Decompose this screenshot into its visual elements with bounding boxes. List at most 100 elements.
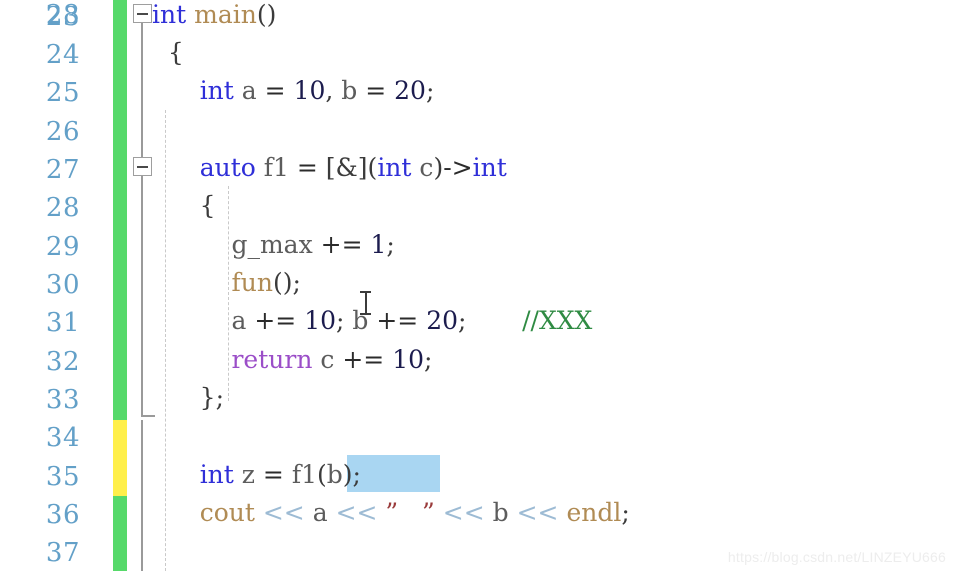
code-token: << (335, 498, 378, 527)
code-token: << (262, 498, 305, 527)
code-token: 20 (394, 76, 426, 105)
code-line-27[interactable]: auto f1 = [&](int c)->int (152, 153, 507, 183)
code-token: endl (566, 498, 622, 527)
code-token: ( (367, 153, 378, 182)
ibeam-cursor-icon (360, 291, 371, 315)
code-line-33[interactable]: }; (152, 383, 224, 413)
code-token: f1 (263, 153, 289, 182)
code-token: () (272, 268, 293, 297)
code-line-29[interactable]: g_max += 1; (152, 230, 395, 260)
code-token: int (199, 460, 234, 489)
code-token: cout (199, 498, 255, 527)
code-token: b (341, 76, 358, 105)
code-content[interactable]: int main() { int a = 10, b = 20; auto f1… (0, 0, 954, 571)
code-token: g_max (231, 230, 313, 259)
code-token: ; (425, 76, 435, 105)
code-token: 10 (304, 306, 336, 335)
code-token: ; (352, 460, 361, 489)
code-token: int (472, 153, 507, 182)
code-token: = (296, 153, 318, 182)
code-editor[interactable]: 23 24 25 26 27 28 28 29 30 31 32 33 34 3… (0, 0, 954, 571)
code-token: ; (621, 498, 630, 527)
code-token: auto (199, 153, 256, 182)
code-token: 20 (426, 306, 459, 335)
code-token: main (194, 0, 257, 29)
code-token: { (152, 191, 216, 220)
code-line-31[interactable]: a += 10; b += 20; //XXX (152, 306, 592, 336)
code-token: += (320, 230, 363, 259)
code-token: ) (342, 460, 353, 489)
code-line-28[interactable]: { (152, 191, 216, 221)
code-token: c (320, 345, 335, 374)
code-token: << (442, 498, 485, 527)
code-token: a (231, 306, 247, 335)
code-token: int (199, 76, 234, 105)
code-token: f1 (291, 460, 317, 489)
code-token: ” ” (385, 498, 435, 527)
code-token: a (241, 76, 257, 105)
code-token: ) (433, 153, 444, 182)
code-token: ; (386, 230, 395, 259)
code-token: , (325, 76, 342, 105)
code-line-23[interactable]: int main() (152, 0, 276, 30)
code-token: 10 (293, 76, 326, 105)
code-line-36[interactable]: cout << a << ” ” << b << endl; (152, 498, 630, 528)
code-token: a (312, 498, 328, 527)
code-token: ; (424, 345, 433, 374)
code-token: b (326, 460, 343, 489)
code-line-32[interactable]: return c += 10; (152, 345, 432, 375)
code-token: int (377, 153, 412, 182)
code-token: () (256, 0, 277, 29)
code-token: -> (443, 153, 473, 182)
code-token: fun (231, 268, 273, 297)
code-token: = (264, 76, 286, 105)
code-line-24[interactable]: { (152, 38, 184, 68)
code-token: ( (317, 460, 327, 489)
watermark-text: https://blog.csdn.net/LINZEYU666 (727, 549, 946, 565)
code-line-25[interactable]: int a = 10, b = 20; (152, 76, 435, 106)
code-token: += (376, 306, 419, 335)
code-token: { (152, 38, 184, 67)
code-token: += (342, 345, 385, 374)
code-line-35[interactable]: int z = f1(b); (152, 460, 361, 490)
code-token: += (254, 306, 297, 335)
code-line-30[interactable]: fun(); (152, 268, 301, 298)
code-token: b (492, 498, 509, 527)
code-token: = (365, 76, 387, 105)
code-token: //XXX (522, 306, 593, 335)
code-token: ; (292, 268, 301, 297)
code-token: = (262, 460, 284, 489)
code-token: z (241, 460, 255, 489)
code-token: }; (152, 383, 225, 412)
